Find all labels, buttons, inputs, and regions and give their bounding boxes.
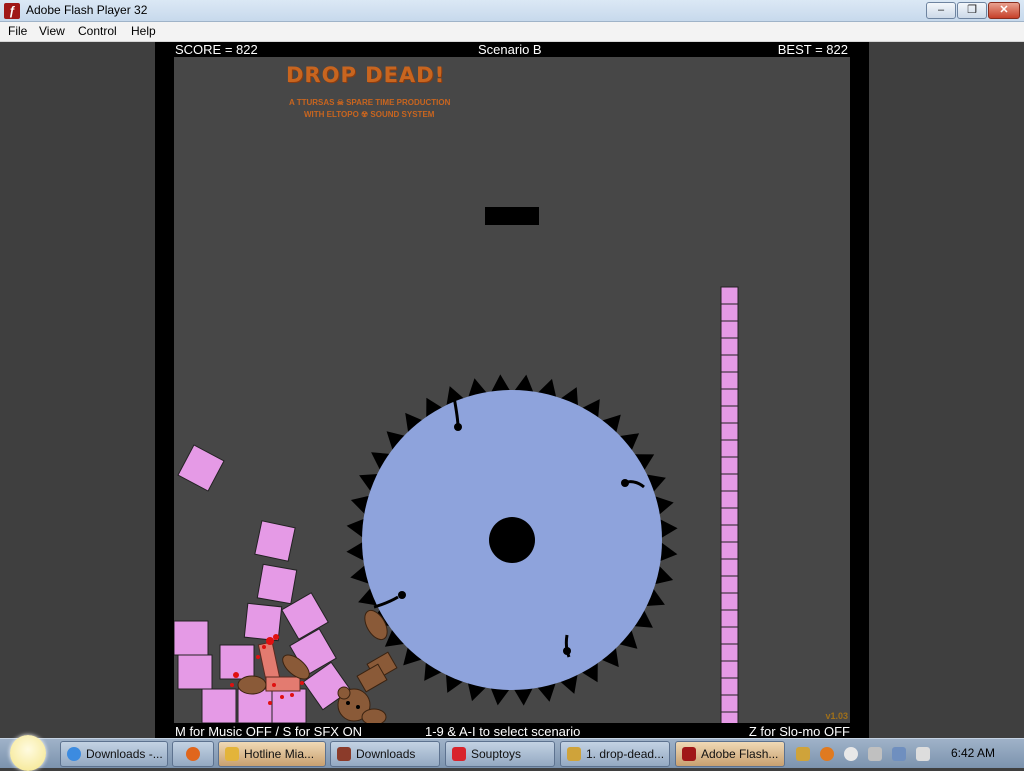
column-block: [720, 643, 739, 662]
taskbar-item-downloads-chrome[interactable]: Downloads -...: [60, 741, 168, 767]
column-block: [720, 422, 739, 441]
game-icon: [337, 747, 351, 761]
taskbar-item-hotline-miami[interactable]: Hotline Mia...: [218, 741, 326, 767]
maximize-button[interactable]: ❐: [957, 2, 987, 19]
pink-block: [174, 620, 209, 656]
score-label: SCORE = 822: [175, 42, 258, 57]
taskbar-clock[interactable]: 6:42 AM: [951, 746, 995, 760]
column-block: [720, 456, 739, 475]
column-block: [720, 405, 739, 424]
pink-block: [271, 688, 307, 723]
column-block: [720, 592, 739, 611]
column-block: [720, 303, 739, 322]
taskbar-item-souptoys[interactable]: Souptoys: [445, 741, 555, 767]
column-block: [720, 507, 739, 526]
column-block: [720, 626, 739, 645]
flash-icon: ƒ: [4, 3, 20, 19]
column-block: [720, 660, 739, 679]
souptoys-icon: [452, 747, 466, 761]
taskbar-item-firefox[interactable]: [172, 741, 214, 767]
tray-search-icon[interactable]: [820, 747, 834, 761]
tray-link-icon[interactable]: [796, 747, 810, 761]
column-block: [720, 286, 739, 305]
close-button[interactable]: ✕: [988, 2, 1020, 19]
column-block: [720, 354, 739, 373]
tray-flag-icon[interactable]: [868, 747, 882, 761]
column-block: [720, 473, 739, 492]
version-label: v1.03: [825, 711, 848, 721]
column-block: [720, 388, 739, 407]
column-block: [720, 677, 739, 696]
music-sfx-hint: M for Music OFF / S for SFX ON: [175, 724, 363, 739]
game-scene: [174, 286, 739, 723]
title-bar: ƒ Adobe Flash Player 32 – ❐ ✕: [0, 0, 1024, 22]
chrome-icon: [67, 747, 81, 761]
taskbar-item-drop-dead[interactable]: 1. drop-dead...: [560, 741, 670, 767]
pink-block: [256, 563, 298, 605]
firefox-icon: [186, 747, 200, 761]
column-block: [720, 337, 739, 356]
tray-network-icon[interactable]: [892, 747, 906, 761]
menu-bar: File View Control Help: [0, 22, 1024, 42]
menu-help[interactable]: Help: [131, 24, 156, 38]
pink-block: [254, 520, 296, 562]
playfield[interactable]: DROP DEAD! A TTURSAS ☠ SPARE TIME PRODUC…: [174, 57, 850, 723]
slomo-hint: Z for Slo-mo OFF: [748, 724, 850, 739]
block-column: [720, 286, 739, 723]
column-block: [720, 575, 739, 594]
link-icon: [567, 747, 581, 761]
column-block: [720, 320, 739, 339]
tray-status-icon[interactable]: [844, 747, 858, 761]
column-block: [720, 711, 739, 723]
tray-volume-icon[interactable]: [916, 747, 930, 761]
column-block: [720, 541, 739, 560]
menu-control[interactable]: Control: [78, 24, 117, 38]
column-block: [720, 524, 739, 543]
minimize-button[interactable]: –: [926, 2, 956, 19]
folder-icon: [225, 747, 239, 761]
saw-blade-icon: [346, 374, 678, 706]
menu-view[interactable]: View: [39, 24, 65, 38]
pink-block: [201, 688, 237, 723]
scenario-label: Scenario B: [478, 42, 542, 57]
column-block: [720, 439, 739, 458]
taskbar-item-adobe-flash[interactable]: Adobe Flash...: [675, 741, 785, 767]
column-block: [720, 490, 739, 509]
column-block: [720, 609, 739, 628]
window-title: Adobe Flash Player 32: [26, 3, 148, 17]
taskbar-item-downloads[interactable]: Downloads: [330, 741, 440, 767]
pink-block: [177, 444, 225, 492]
column-block: [720, 371, 739, 390]
column-block: [720, 694, 739, 713]
best-score-label: BEST = 822: [777, 42, 848, 57]
start-button[interactable]: [10, 735, 46, 771]
scenario-select-hint: 1-9 & A-I to select scenario: [425, 724, 581, 739]
flash-icon: [682, 747, 696, 761]
menu-file[interactable]: File: [8, 24, 27, 38]
column-block: [720, 558, 739, 577]
pink-block: [177, 654, 213, 690]
taskbar: Downloads -... Hotline Mia... Downloads …: [0, 735, 1024, 771]
